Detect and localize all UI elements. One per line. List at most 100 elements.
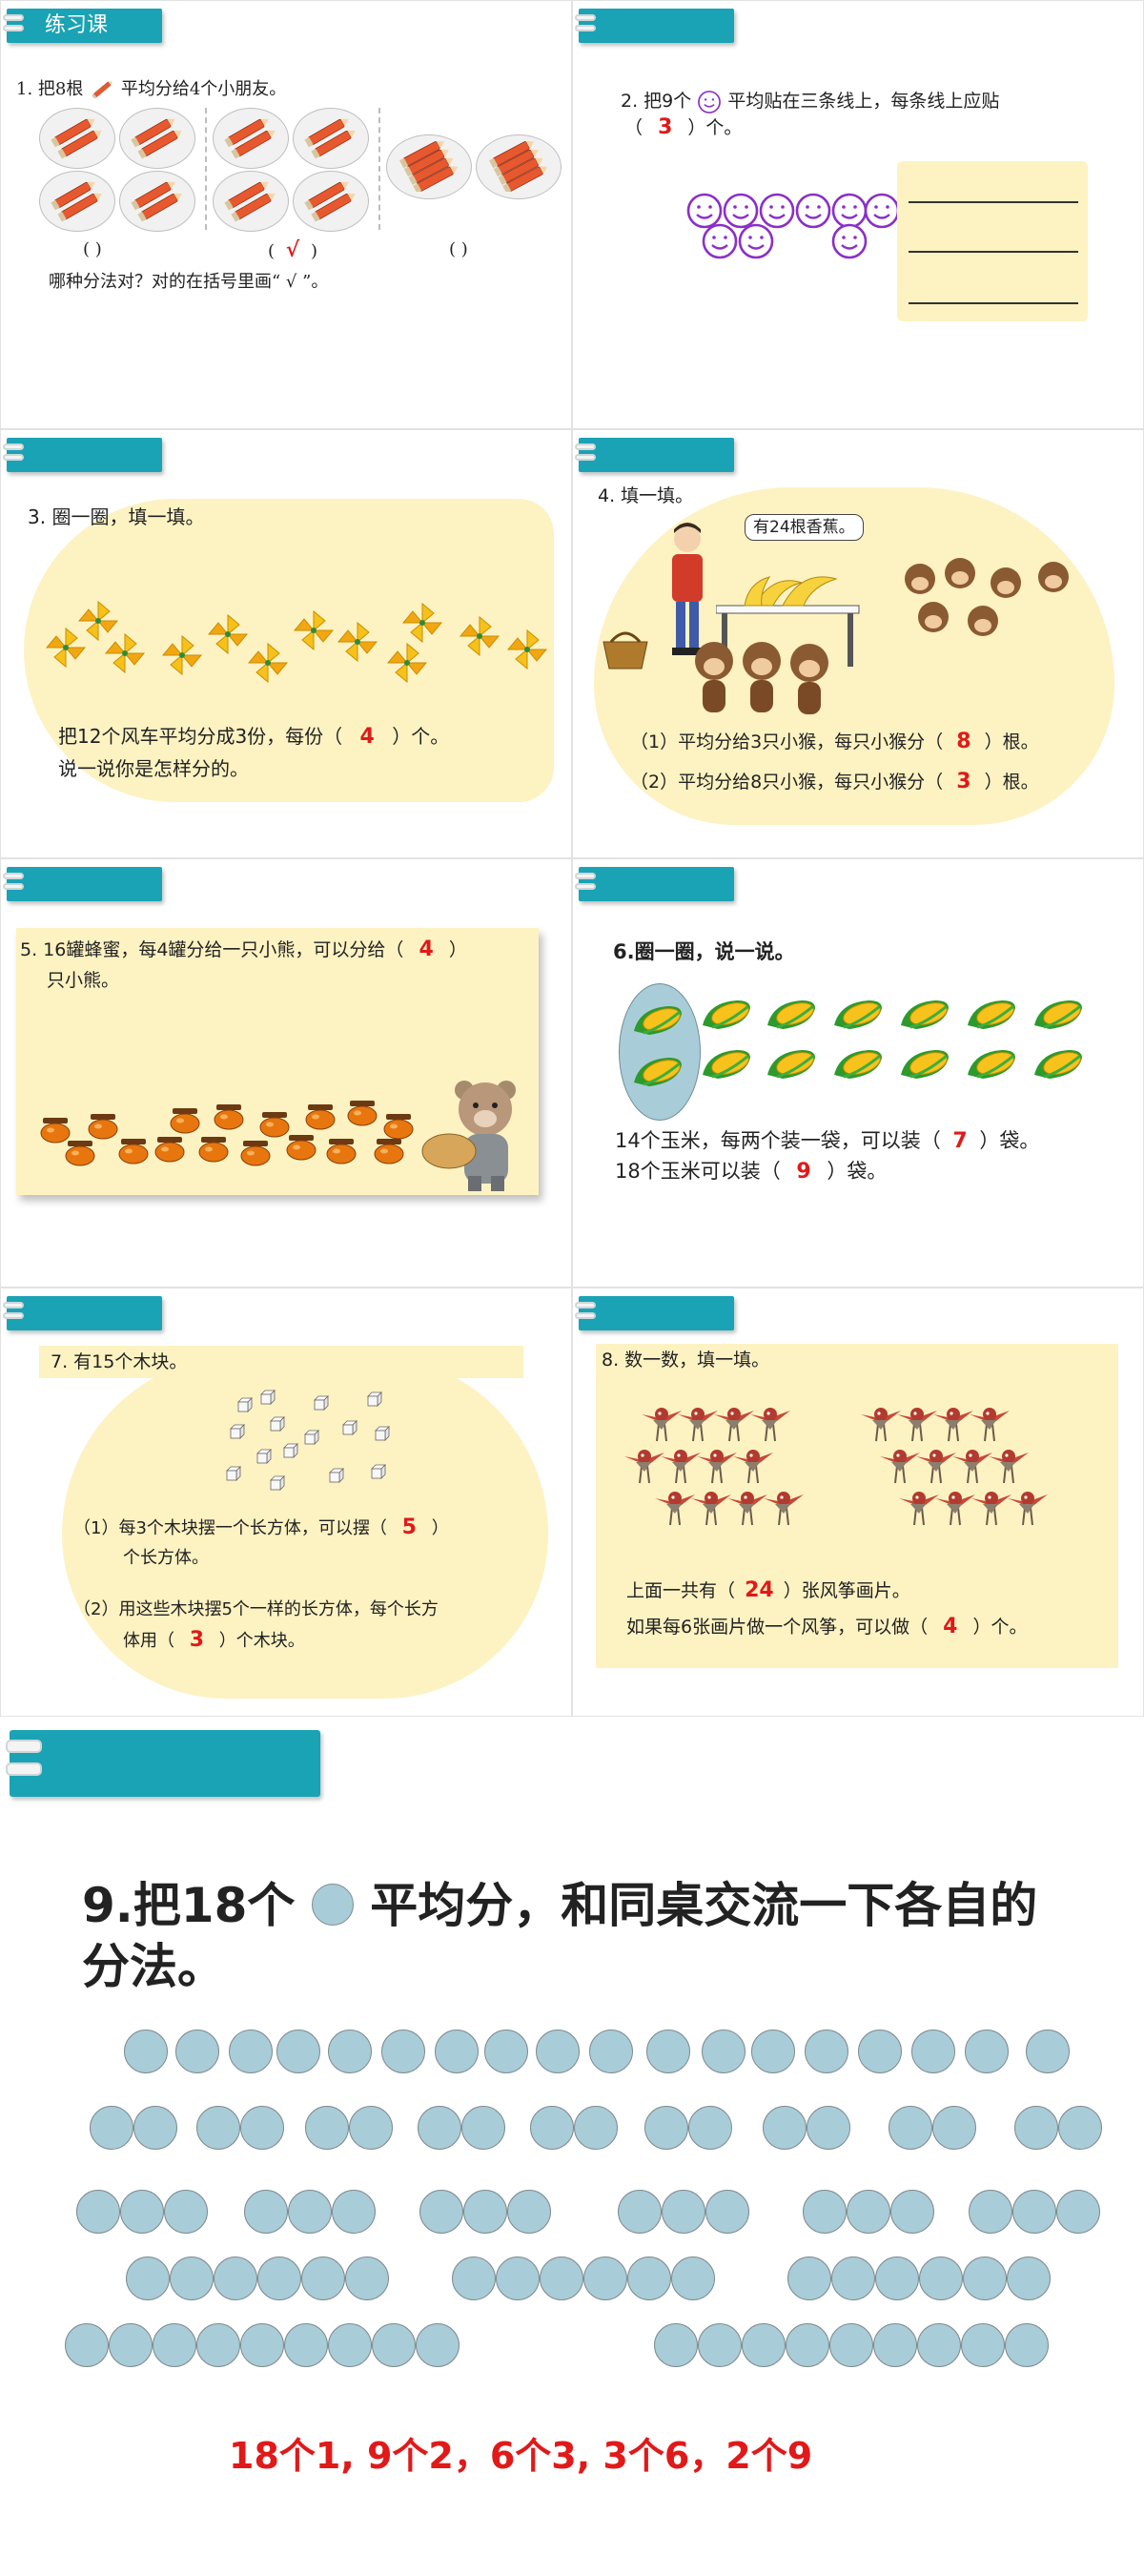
ring-binder-icon [3, 14, 28, 37]
corn-icon [897, 997, 952, 1031]
circle-icon [589, 2030, 633, 2073]
question-9-title: 9.把18个 平均分，和同桌交流一下各自的 [82, 1878, 1038, 1933]
circle-icon [124, 2030, 168, 2073]
circle-icon [229, 2030, 273, 2073]
question-3-line2: 说一说你是怎样分的。 [58, 757, 249, 780]
circle-icon [919, 2257, 963, 2300]
exercise-panel-9: 9.把18个 平均分，和同桌交流一下各自的 分法。 18个1, 9个2，6个3,… [0, 1717, 1144, 2576]
circle-icon [829, 2323, 873, 2367]
question-2-text: 2. 把9个 平均贴在三条线上，每条线上应贴 [621, 87, 999, 115]
ring-binder-icon [575, 873, 600, 896]
corn-icon [1031, 997, 1086, 1031]
choice-b-check: √ [285, 237, 300, 262]
circle-icon [530, 2106, 574, 2150]
question-6-title: 6.圈一圈，说一说。 [613, 940, 795, 963]
corn-icon [764, 1046, 819, 1081]
circle-icon [1012, 2190, 1056, 2234]
answer-lines-area [897, 161, 1088, 321]
wood-block-icon [237, 1397, 253, 1412]
wood-block-icon [283, 1443, 298, 1458]
exercise-panel-8: 8. 数一数，填一填。 上面一共有（ 24 ）张风筝画片。 如果每6张画片做一个… [572, 1288, 1144, 1717]
circle-icon [463, 2190, 507, 2234]
honey-jar-icon [239, 1138, 272, 1166]
circle-icon [1056, 2190, 1100, 2234]
question-2-line2: （ 3 ）个。 [624, 115, 743, 139]
pencil-icon [89, 76, 116, 102]
pinwheel-icon [386, 642, 428, 684]
circle-icon [416, 2323, 460, 2367]
circle-icon [301, 2257, 345, 2300]
corn-icon [630, 1002, 685, 1037]
circle-icon [763, 2106, 807, 2150]
wood-block-icon [256, 1449, 272, 1464]
circle-icon [507, 2190, 551, 2234]
circle-icon [646, 2030, 690, 2073]
answer-value: 8 [956, 730, 971, 753]
exercise-panel-3: 3. 圈一圈，填一填。 把12个风车平均分成3份，每份（ 4 ）个。 说一说你是… [0, 429, 572, 858]
pinwheel-icon [207, 613, 249, 655]
circle-icon [805, 2030, 848, 2073]
honey-jar-icon [346, 1098, 378, 1126]
honey-jar-icon [153, 1134, 186, 1163]
corn-icon [699, 997, 754, 1031]
circle-icon [332, 2190, 376, 2234]
question-8-line2: 如果每6张画片做一个风筝，可以做（ 4 ）个。 [626, 1615, 1028, 1638]
circle-icon [1026, 2030, 1070, 2073]
honey-jar-icon [117, 1136, 150, 1164]
circle-icon [742, 2323, 786, 2367]
circle-icon [644, 2106, 688, 2150]
bear-illustration [421, 1081, 516, 1191]
answer-value: 3 [189, 1628, 205, 1652]
circle-icon [969, 2190, 1012, 2234]
ring-binder-icon [3, 1302, 28, 1325]
question-7-part1-cont: 个长方体。 [123, 1548, 209, 1568]
answer-value: 24 [745, 1578, 774, 1602]
wood-block-icon [270, 1416, 285, 1432]
question-3-title: 3. 圈一圈，填一填。 [28, 505, 205, 528]
circle-icon [305, 2106, 349, 2150]
choice-a: ( ) [83, 239, 102, 259]
circle-icon [698, 2323, 742, 2367]
question-7-part2: （2）用这些木块摆5个一样的长方体，每个长方 [73, 1599, 439, 1619]
speech-bubble: 有24根香蕉。 [745, 514, 864, 541]
circle-icon [540, 2257, 583, 2300]
circle-icon [1014, 2106, 1058, 2150]
kite-bird-icon [748, 1401, 792, 1443]
circle-icon [890, 2190, 934, 2234]
corn-icon [830, 1046, 886, 1081]
circle-icon [963, 2257, 1007, 2300]
circle-icon [196, 2323, 240, 2367]
smiley-icon [794, 192, 832, 230]
pencil-icon [130, 180, 185, 222]
pinwheel-icon [506, 629, 548, 670]
ring-binder-icon [6, 1740, 44, 1787]
pencil-icon [223, 180, 278, 222]
blank-line [909, 201, 1078, 203]
monkey-group [905, 558, 1069, 636]
ring-binder-icon [3, 873, 28, 896]
ring-binder-icon [575, 1302, 600, 1325]
answer-value: 9 [796, 1160, 811, 1184]
circle-icon [284, 2323, 328, 2367]
corn-icon [964, 997, 1019, 1031]
honey-jar-icon [87, 1111, 119, 1140]
circle-icon [240, 2106, 284, 2150]
circle-icon [873, 2323, 917, 2367]
honey-jar-icon [325, 1136, 358, 1164]
question-8-line1: 上面一共有（ 24 ）张风筝画片。 [626, 1578, 910, 1602]
section-tab [6, 1730, 320, 1797]
circle-icon [787, 2257, 831, 2300]
answer-value: 4 [943, 1615, 958, 1638]
honey-jar-icon [197, 1134, 230, 1163]
answer-value: 7 [952, 1129, 968, 1153]
circle-icon [889, 2106, 932, 2150]
divider [378, 108, 380, 230]
pencil-icon [303, 117, 358, 159]
question-5-line1: 5. 16罐蜂蜜，每4罐分给一只小熊，可以分给（ 4 ） [20, 938, 467, 961]
circle-icon [109, 2323, 153, 2367]
wood-block-icon [329, 1468, 344, 1483]
pinwheel-icon [293, 609, 335, 651]
divider [205, 108, 207, 230]
wood-block-icon [270, 1475, 285, 1491]
question-7-part1: （1）每3个木块摆一个长方体，可以摆（ 5 ） [73, 1515, 449, 1539]
